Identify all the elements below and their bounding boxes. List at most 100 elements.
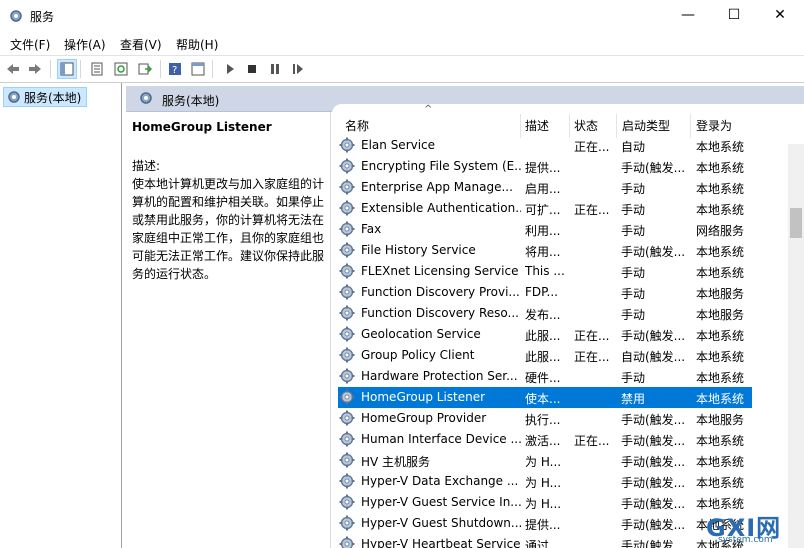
service-row[interactable]: HomeGroup Provider 执行... 手动(触发... 本地服务 (338, 408, 752, 429)
sort-indicator-icon: ^ (424, 104, 433, 115)
scrollbar-thumb[interactable] (790, 208, 802, 238)
service-row[interactable]: FLEXnet Licensing Service This ... 手动 本地系统 (338, 261, 752, 282)
service-name-cell: Encrypting File System (E... (361, 159, 521, 173)
service-logon-cell: 本地系统 (696, 392, 745, 406)
service-startup-type-cell: 手动(触发... (621, 434, 686, 448)
export-icon[interactable] (135, 59, 155, 79)
service-startup-type-cell: 自动(触发... (621, 350, 686, 364)
service-startup-type-cell: 手动(触发... (621, 455, 686, 469)
service-description-cell: 启用... (525, 182, 561, 196)
service-description-cell: 此服... (525, 329, 561, 343)
close-button[interactable]: ✕ (757, 0, 803, 30)
service-name-cell: Group Policy Client (361, 348, 475, 362)
selected-service-name: HomeGroup Listener (132, 120, 272, 134)
maximize-button[interactable]: ☐ (711, 0, 757, 30)
service-gear-icon (339, 452, 355, 468)
column-header-logon-as[interactable]: 登录为 (696, 117, 732, 134)
service-row[interactable]: Geolocation Service 此服... 正在... 手动(触发... 本地系… (338, 324, 752, 345)
service-logon-cell: 本地服务 (696, 413, 745, 427)
service-name-cell: Geolocation Service (361, 327, 481, 341)
minimize-button[interactable]: — (665, 0, 711, 30)
service-row[interactable]: File History Service 将用... 手动(触发... 本地系统 (338, 240, 752, 261)
service-startup-type-cell: 手动(触发... (621, 413, 686, 427)
service-startup-type-cell: 手动(触发... (621, 497, 686, 511)
service-gear-icon (339, 410, 355, 426)
service-name-cell: Hyper-V Data Exchange ... (361, 474, 519, 488)
service-row[interactable]: Human Interface Device ... 激活... 正在... 手动(触… (338, 429, 752, 450)
column-header-description[interactable]: 描述 (525, 117, 549, 134)
service-row[interactable]: Group Policy Client 此服... 正在... 自动(触发... 本地系… (338, 345, 752, 366)
services-gear-icon (8, 91, 20, 103)
column-header-name[interactable]: 名称 (345, 117, 369, 134)
menu-view[interactable]: 查看(V) (120, 36, 162, 53)
service-name-cell: Elan Service (361, 138, 436, 152)
service-row[interactable]: Elan Service 正在... 自动 本地系统 (338, 135, 752, 156)
service-row[interactable]: Hyper-V Guest Service In... 为 H... 手动(触发..… (338, 492, 752, 513)
svg-text:?: ? (172, 65, 177, 76)
service-description-cell: 通过... (525, 539, 561, 548)
service-startup-type-cell: 手动(触发... (621, 329, 686, 343)
restart-icon[interactable] (288, 59, 308, 79)
service-logon-cell: 本地系统 (696, 371, 745, 385)
service-gear-icon (339, 515, 355, 531)
service-description-cell: 为 H... (525, 455, 562, 469)
help-icon[interactable]: ? (165, 59, 185, 79)
service-description-cell: 为 H... (525, 476, 562, 490)
service-status-cell: 正在... (574, 434, 610, 448)
service-row[interactable]: Hyper-V Data Exchange ... 为 H... 手动(触发... 本… (338, 471, 752, 492)
service-startup-type-cell: 手动 (621, 266, 646, 280)
show-tree-icon[interactable] (57, 59, 77, 79)
service-row[interactable]: Hyper-V Heartbeat Service 通过... 手动(触发... 本地… (338, 534, 752, 548)
services-gear-icon (10, 10, 22, 22)
pause-icon[interactable] (265, 59, 285, 79)
show-console-icon[interactable] (188, 59, 208, 79)
menu-file[interactable]: 文件(F) (10, 36, 50, 53)
service-row[interactable]: Hyper-V Guest Shutdown... 提供... 手动(触发... 本地… (338, 513, 752, 534)
column-header-startup-type[interactable]: 启动类型 (622, 117, 670, 134)
start-icon[interactable] (220, 59, 240, 79)
tree-item-services-local[interactable]: 服务(本地) (3, 87, 87, 107)
column-header-status[interactable]: 状态 (574, 117, 598, 134)
service-name-cell: Human Interface Device ... (361, 432, 521, 446)
service-name-cell: Hyper-V Heartbeat Service (361, 537, 521, 548)
forward-icon[interactable] (25, 59, 45, 79)
service-logon-cell: 本地系统 (696, 434, 745, 448)
service-description-cell: 激活... (525, 434, 561, 448)
console-tree: 服务(本地) (0, 83, 122, 548)
service-logon-cell: 本地系统 (696, 350, 745, 364)
service-status-cell: 正在... (574, 329, 610, 343)
services-list: ^ 名称 描述 状态 启动类型 登录为 Elan Service 正在... 自动本… (332, 104, 804, 548)
service-gear-icon (339, 242, 355, 258)
service-row[interactable]: HomeGroup Listener 使本... 禁用 本地系统 (338, 387, 752, 408)
service-logon-cell: 本地服务 (696, 308, 745, 322)
service-startup-type-cell: 手动 (621, 203, 646, 217)
refresh-icon[interactable] (111, 59, 131, 79)
service-description-cell: 为 H... (525, 497, 562, 511)
service-row[interactable]: Encrypting File System (E... 提供... 手动(触发..… (338, 156, 752, 177)
stop-icon[interactable] (242, 59, 262, 79)
service-logon-cell: 本地系统 (696, 140, 745, 154)
service-logon-cell: 本地系统 (696, 329, 745, 343)
menu-bar: 文件(F) 操作(A) 查看(V) 帮助(H) (0, 32, 804, 54)
service-row[interactable]: Enterprise App Manage... 启用... 手动 本地系统 (338, 177, 752, 198)
vertical-scrollbar[interactable] (788, 144, 804, 548)
service-startup-type-cell: 手动 (621, 182, 646, 196)
service-row[interactable]: HV 主机服务 为 H... 手动(触发... 本地系统 (338, 450, 752, 471)
watermark-domain: system.com (718, 535, 773, 545)
description-pane: HomeGroup Listener 描述: 使本地计算机更改与加入家庭组的计算… (126, 112, 331, 548)
menu-help[interactable]: 帮助(H) (176, 36, 218, 53)
properties-icon[interactable] (87, 59, 107, 79)
service-row[interactable]: Fax 利用... 手动 网络服务 (338, 219, 752, 240)
back-icon[interactable] (3, 59, 23, 79)
service-row[interactable]: Function Discovery Provi... FDP... 手动 本地服务 (338, 282, 752, 303)
service-description-cell: FDP... (525, 285, 558, 299)
service-gear-icon (339, 158, 355, 174)
service-row[interactable]: Function Discovery Reso... 发布... 手动 本地服务 (338, 303, 752, 324)
service-row[interactable]: Extensible Authentication... 可扩... 正在... 手动… (338, 198, 752, 219)
menu-action[interactable]: 操作(A) (64, 36, 106, 53)
service-row[interactable]: Hardware Protection Ser... 硬件... 手动 本地系统 (338, 366, 752, 387)
content-pane: 服务(本地) HomeGroup Listener 描述: 使本地计算机更改与加… (126, 86, 804, 548)
service-gear-icon (339, 305, 355, 321)
service-logon-cell: 本地系统 (696, 476, 745, 490)
service-name-cell: Enterprise App Manage... (361, 180, 513, 194)
